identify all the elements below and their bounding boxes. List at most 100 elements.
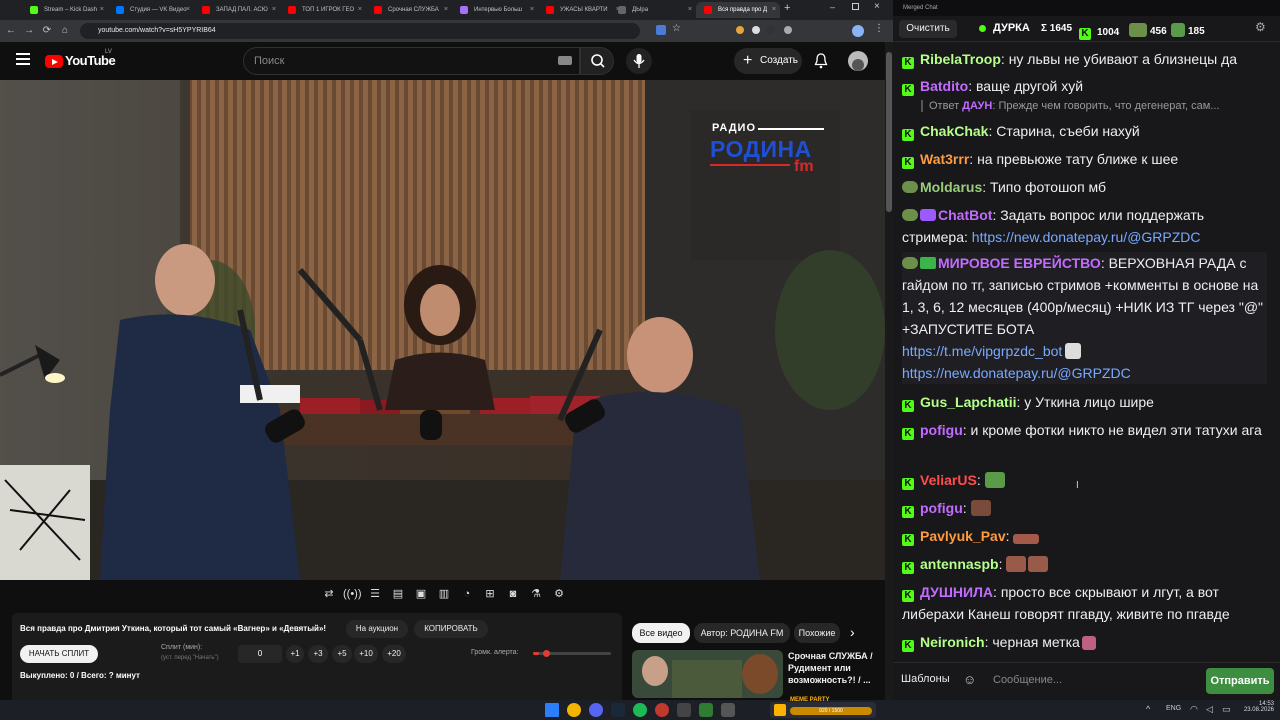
loop-icon[interactable]: ⇄: [320, 585, 338, 603]
home-icon[interactable]: ⌂: [58, 23, 72, 39]
extension-icon[interactable]: [784, 26, 792, 34]
chat-username[interactable]: pofigu: [920, 422, 963, 438]
create-button[interactable]: + Создать: [734, 48, 802, 74]
chat-username[interactable]: МИРОВОЕ ЕВРЕЙСТВО: [938, 255, 1101, 271]
extension-icon[interactable]: [752, 26, 760, 34]
extension-icon[interactable]: [736, 26, 744, 34]
split-minutes-input[interactable]: 0: [238, 645, 282, 663]
language-indicator[interactable]: ENG: [1166, 705, 1181, 712]
new-tab-button[interactable]: +: [784, 2, 790, 14]
related-video-title[interactable]: Срочная СЛУЖБА / Рудимент или возможност…: [788, 650, 878, 686]
app-icon[interactable]: [699, 703, 713, 717]
spotify-icon[interactable]: [633, 703, 647, 717]
chat-username[interactable]: VeliarUS: [920, 472, 977, 488]
speedometer-icon[interactable]: ◔: [458, 585, 476, 603]
tray-chevron-icon[interactable]: ^: [1146, 704, 1150, 714]
search-button[interactable]: [580, 47, 614, 75]
back-icon[interactable]: ←: [4, 23, 18, 39]
browser-tab[interactable]: ТОП 1 ИГРОК ГЕО ×: [280, 2, 366, 18]
add-box-icon[interactable]: ⊞: [481, 585, 499, 603]
picture-in-picture-icon[interactable]: ▣: [412, 585, 430, 603]
browser-tab[interactable]: ДЫра ×: [610, 2, 696, 18]
chat-username[interactable]: pofigu: [920, 500, 963, 516]
translate-icon[interactable]: [656, 25, 666, 35]
auction-button[interactable]: На аукцион: [346, 620, 408, 638]
chat-link[interactable]: https://t.me/vipgrpzdc_bot: [902, 343, 1062, 359]
hamburger-menu-icon[interactable]: [16, 53, 30, 65]
search-input[interactable]: Поиск: [243, 47, 580, 75]
chat-username[interactable]: Gus_Lapchatii: [920, 394, 1016, 410]
add-10-button[interactable]: +10: [354, 645, 378, 663]
url-field[interactable]: youtube.com/watch?v=sH5YPYRIB64: [80, 23, 640, 39]
cinema-icon[interactable]: ▥: [435, 585, 453, 603]
emoji-icon[interactable]: ☺: [963, 672, 976, 687]
chat-username[interactable]: ChatBot: [938, 207, 992, 223]
browser-tab[interactable]: Студия — VK Видео ×: [108, 2, 194, 18]
steam-icon[interactable]: [611, 703, 625, 717]
volume-icon[interactable]: ◁: [1206, 704, 1213, 715]
templates-button[interactable]: Шаблоны: [901, 673, 950, 685]
chat-link[interactable]: https://new.donatepay.ru/@GRPZDC: [902, 365, 1131, 381]
add-1-button[interactable]: +1: [286, 645, 304, 663]
add-5-button[interactable]: +5: [332, 645, 352, 663]
app-icon[interactable]: [721, 703, 735, 717]
alert-volume-slider[interactable]: [533, 650, 611, 657]
gear-icon[interactable]: ⚙: [550, 585, 568, 603]
wifi-icon[interactable]: ◠: [1190, 704, 1198, 715]
browser-tab[interactable]: Stream – Kick Dash ×: [22, 2, 108, 18]
chrome-icon[interactable]: [567, 703, 581, 717]
page-scrollbar[interactable]: [885, 42, 893, 700]
bookmark-star-icon[interactable]: ☆: [672, 23, 681, 34]
menu-dots-icon[interactable]: ⋮: [874, 23, 884, 34]
browser-tab[interactable]: Интервью Больш ×: [452, 2, 538, 18]
discord-icon[interactable]: [589, 703, 603, 717]
add-20-button[interactable]: +20: [382, 645, 406, 663]
keyboard-icon[interactable]: [558, 56, 572, 65]
battery-icon[interactable]: ▭: [1222, 704, 1231, 715]
video-player[interactable]: РАДИО РОДИНА fm: [0, 80, 885, 580]
account-avatar[interactable]: [848, 51, 868, 71]
notifications-bell-icon[interactable]: [814, 53, 828, 69]
chat-username[interactable]: antennaspb: [920, 556, 999, 572]
chat-link[interactable]: https://new.donatepay.ru/@GRPZDC: [972, 229, 1201, 245]
chat-username[interactable]: Wat3rrr: [920, 151, 969, 167]
related-video-thumbnail[interactable]: [632, 650, 783, 698]
chat-username[interactable]: RibelaTroop: [920, 51, 1001, 67]
add-3-button[interactable]: +3: [308, 645, 328, 663]
close-window-button[interactable]: ×: [874, 1, 880, 12]
screenshot-camera-icon[interactable]: ◙: [504, 585, 522, 603]
copy-button[interactable]: КОПИРОВАТЬ: [414, 620, 488, 638]
chat-username[interactable]: Batdito: [920, 78, 968, 94]
minimize-button[interactable]: –: [830, 2, 835, 12]
chat-username[interactable]: ChakChak: [920, 123, 988, 139]
chip-all-videos[interactable]: Все видео: [632, 623, 690, 643]
scrollbar-thumb[interactable]: [886, 52, 892, 212]
profile-avatar[interactable]: [852, 25, 864, 37]
browser-tab-active[interactable]: Вся правда про Д ×: [696, 2, 780, 18]
chip-author[interactable]: Автор: РОДИНА FM: [694, 623, 790, 643]
chip-similar[interactable]: Похожие: [794, 623, 840, 643]
windows-start-icon[interactable]: [545, 703, 559, 717]
browser-tab[interactable]: Срочная СЛУЖБА ×: [366, 2, 452, 18]
mic-button[interactable]: [626, 48, 652, 74]
chat-username[interactable]: ДУШНИЛА: [920, 584, 993, 600]
forward-icon[interactable]: →: [22, 23, 36, 39]
chat-username[interactable]: Pavlyuk_Pav: [920, 528, 1006, 544]
clear-chat-button[interactable]: Очистить: [899, 20, 957, 38]
chat-username[interactable]: Neironich: [920, 634, 985, 650]
gear-icon[interactable]: ⚙: [1255, 20, 1266, 34]
flask-icon[interactable]: ⚗: [527, 585, 545, 603]
reload-icon[interactable]: ⟳: [40, 23, 54, 39]
chat-username[interactable]: Moldarus: [920, 179, 982, 195]
browser-tab[interactable]: ЗАПАД ПАЛ. АСЮ ×: [194, 2, 280, 18]
chevron-right-icon[interactable]: ›: [850, 624, 855, 640]
app-icon[interactable]: [677, 703, 691, 717]
settings-list-icon[interactable]: ☰: [366, 585, 384, 603]
extension-icon[interactable]: [766, 26, 774, 34]
message-input[interactable]: Сообщение...: [987, 667, 1203, 693]
maximize-button[interactable]: [852, 3, 859, 10]
obs-icon[interactable]: [655, 703, 669, 717]
start-split-button[interactable]: НАЧАТЬ СПЛИТ: [20, 645, 98, 663]
clapper-icon[interactable]: ▤: [389, 585, 407, 603]
broadcast-icon[interactable]: ((•)): [343, 585, 362, 603]
